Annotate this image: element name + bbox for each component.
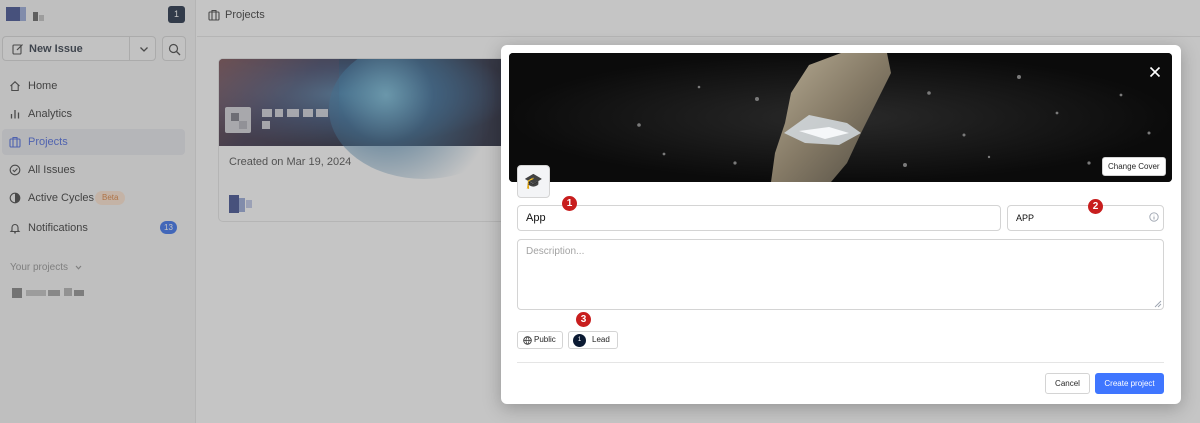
close-icon[interactable] [1146, 63, 1164, 81]
network-label: Public [534, 335, 556, 344]
globe-icon [523, 336, 532, 345]
lead-label: Lead [592, 335, 610, 344]
project-identifier-input[interactable] [1007, 205, 1164, 231]
annotation-marker-2: 2 [1088, 199, 1103, 214]
annotation-marker-3: 3 [576, 312, 591, 327]
create-project-modal: Change Cover 🎓 Public 1 Lead Cancel Crea… [501, 45, 1181, 404]
project-description-input[interactable] [517, 239, 1164, 310]
project-name-input[interactable] [517, 205, 1001, 231]
create-project-button[interactable]: Create project [1095, 373, 1164, 394]
project-emoji-picker[interactable]: 🎓 [517, 165, 550, 198]
lead-selector[interactable]: 1 Lead [568, 331, 618, 349]
cancel-button[interactable]: Cancel [1045, 373, 1090, 394]
lead-avatar: 1 [573, 334, 586, 347]
modal-divider [517, 362, 1164, 363]
annotation-marker-1: 1 [562, 196, 577, 211]
cover-image: Change Cover [509, 53, 1172, 182]
info-icon[interactable] [1149, 212, 1159, 222]
resize-handle-icon[interactable] [1154, 300, 1162, 308]
change-cover-button[interactable]: Change Cover [1102, 157, 1166, 176]
network-selector[interactable]: Public [517, 331, 563, 349]
